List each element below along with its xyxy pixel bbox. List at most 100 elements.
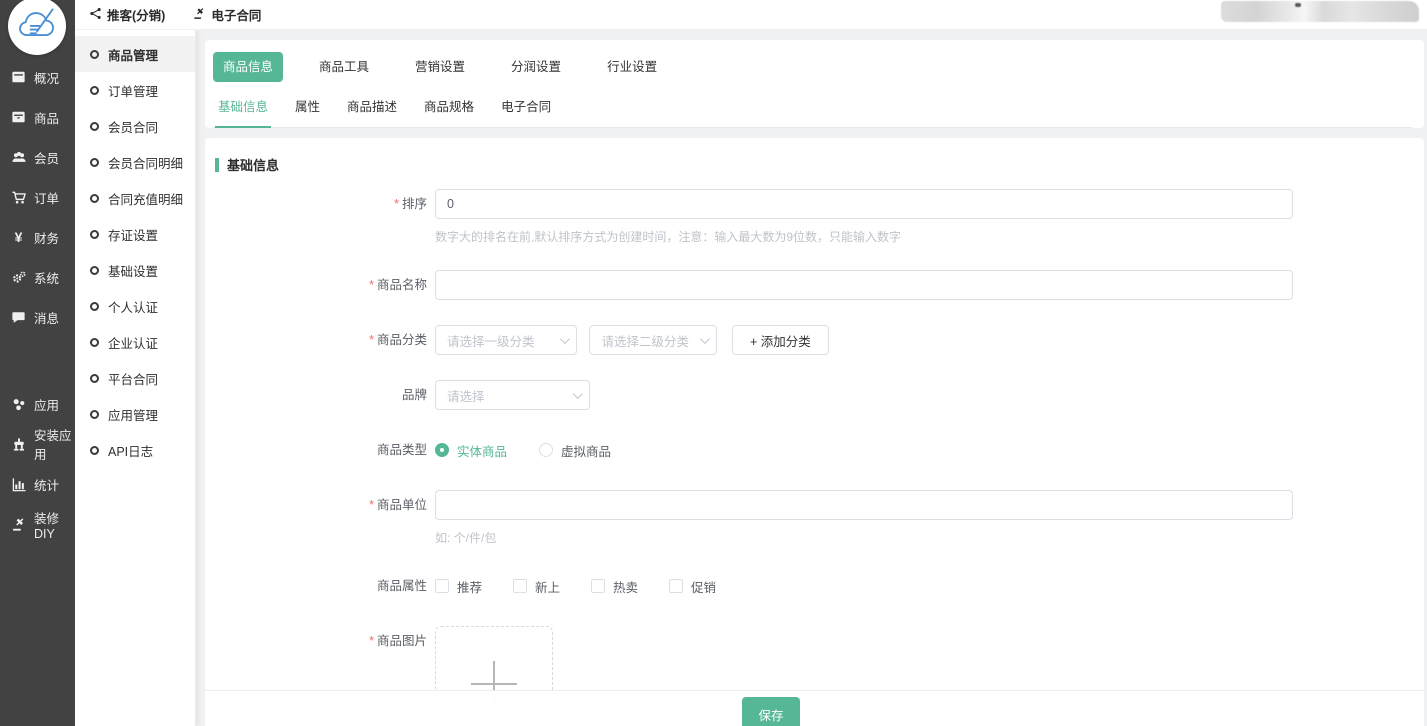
product-name-row: *商品名称: [205, 270, 1424, 300]
sidebar-item-apps[interactable]: 应用: [0, 384, 75, 424]
attrs-label: 商品属性: [205, 571, 435, 601]
circle-icon: [90, 50, 99, 59]
circle-icon: [90, 374, 99, 383]
menu-item-personal-auth[interactable]: 个人认证: [75, 288, 195, 324]
category-level1-select[interactable]: 请选择一级分类: [435, 325, 577, 355]
checkbox-new[interactable]: 新上: [513, 577, 560, 596]
apps-cluster-icon: [10, 396, 27, 412]
sidebar-item-label: 财务: [34, 228, 59, 247]
checkbox-icon: [591, 579, 605, 593]
gavel-icon: [193, 7, 206, 23]
sidebar-item-label: 装修DIY: [34, 508, 75, 541]
user-info-redacted[interactable]: [1221, 1, 1419, 22]
checkbox-hot[interactable]: 热卖: [591, 577, 638, 596]
menu-item-enterprise-auth[interactable]: 企业认证: [75, 324, 195, 360]
select-placeholder: 请选择二级分类: [601, 331, 689, 350]
circle-icon: [90, 266, 99, 275]
radio-physical-product[interactable]: 实体商品: [435, 441, 507, 460]
unit-label: *商品单位: [205, 490, 435, 546]
save-button[interactable]: 保存: [742, 697, 800, 726]
unit-input[interactable]: [435, 490, 1293, 520]
subtab-basic-info[interactable]: 基础信息: [218, 96, 268, 127]
menu-item-member-contract[interactable]: 会员合同: [75, 108, 195, 144]
sidebar-item-system[interactable]: 系统: [0, 257, 75, 297]
required-mark: *: [394, 197, 399, 211]
menu-item-label: API日志: [108, 441, 153, 460]
add-category-button[interactable]: + 添加分类: [732, 325, 829, 355]
subtab-product-description[interactable]: 商品描述: [347, 96, 397, 127]
menu-item-api-log[interactable]: API日志: [75, 432, 195, 468]
green-bar-icon: [215, 158, 219, 172]
cloud-pen-logo-icon: [15, 3, 59, 50]
section-title: 基础信息: [205, 155, 1424, 174]
category-level2-select[interactable]: 请选择二级分类: [589, 325, 717, 355]
checkbox-recommend[interactable]: 推荐: [435, 577, 482, 596]
tab-product-tools[interactable]: 商品工具: [319, 52, 369, 82]
sidebar-item-label: 应用: [34, 395, 59, 414]
menu-item-app-management[interactable]: 应用管理: [75, 396, 195, 432]
redacted-mark: [1295, 3, 1301, 7]
sidebar-item-label: 概况: [34, 68, 59, 87]
tab-profit-settings[interactable]: 分润设置: [511, 52, 561, 82]
select-placeholder: 请选择一级分类: [447, 331, 535, 350]
app-logo[interactable]: [8, 0, 66, 55]
circle-icon: [90, 338, 99, 347]
sidebar-item-orders[interactable]: 订单: [0, 177, 75, 217]
sort-input[interactable]: [435, 189, 1293, 219]
menu-item-product-management[interactable]: 商品管理: [75, 36, 195, 72]
menu-item-basic-settings[interactable]: 基础设置: [75, 252, 195, 288]
diy-tool-icon: [10, 516, 27, 532]
sidebar-item-finance[interactable]: ¥ 财务: [0, 217, 75, 257]
share-icon: [89, 7, 102, 23]
orders-cart-icon: [10, 189, 27, 205]
menu-item-label: 会员合同: [108, 117, 158, 136]
primary-sidebar: 概况 商品 会员 订单 ¥ 财务: [0, 0, 75, 726]
brand-label: 品牌: [205, 380, 435, 410]
topnav-econtract[interactable]: 电子合同: [193, 5, 261, 24]
radio-virtual-product[interactable]: 虚拟商品: [539, 441, 611, 460]
menu-item-label: 应用管理: [108, 405, 158, 424]
sidebar-item-label: 系统: [34, 268, 59, 287]
tab-industry-settings[interactable]: 行业设置: [607, 52, 657, 82]
menu-item-label: 基础设置: [108, 261, 158, 280]
install-app-icon: [10, 436, 27, 452]
menu-item-platform-contract[interactable]: 平台合同: [75, 360, 195, 396]
tab-marketing-settings[interactable]: 营销设置: [415, 52, 465, 82]
circle-icon: [90, 158, 99, 167]
brand-select[interactable]: 请选择: [435, 380, 590, 410]
sidebar-item-label: 商品: [34, 108, 59, 127]
menu-item-contract-recharge-detail[interactable]: 合同充值明细: [75, 180, 195, 216]
sidebar-group-gap: [0, 337, 75, 384]
subtab-attributes[interactable]: 属性: [295, 96, 320, 127]
required-mark: *: [369, 634, 374, 648]
save-footer-bar: 保存: [205, 690, 1424, 726]
sidebar-item-overview[interactable]: 概况: [0, 57, 75, 97]
menu-item-evidence-settings[interactable]: 存证设置: [75, 216, 195, 252]
stats-chart-icon: [10, 476, 27, 492]
menu-item-label: 订单管理: [108, 81, 158, 100]
sidebar-item-label: 安装应用: [34, 425, 75, 463]
required-mark: *: [369, 333, 374, 347]
sidebar-item-messages[interactable]: 消息: [0, 297, 75, 337]
topnav-tuike[interactable]: 推客(分销): [89, 5, 165, 24]
sidebar-item-products[interactable]: 商品: [0, 97, 75, 137]
sort-label: *排序: [205, 189, 435, 245]
menu-item-order-management[interactable]: 订单管理: [75, 72, 195, 108]
sidebar-item-install-apps[interactable]: 安装应用: [0, 424, 75, 464]
circle-icon: [90, 194, 99, 203]
checkbox-label: 新上: [535, 577, 560, 596]
tab-product-info[interactable]: 商品信息: [213, 52, 283, 82]
members-icon: [10, 149, 27, 165]
menu-item-member-contract-detail[interactable]: 会员合同明细: [75, 144, 195, 180]
circle-icon: [90, 86, 99, 95]
sidebar-item-members[interactable]: 会员: [0, 137, 75, 177]
product-name-input[interactable]: [435, 270, 1293, 300]
subtab-product-spec[interactable]: 商品规格: [424, 96, 474, 127]
sidebar-item-statistics[interactable]: 统计: [0, 464, 75, 504]
sidebar-item-diy[interactable]: 装修DIY: [0, 504, 75, 544]
checkbox-promotion[interactable]: 促销: [669, 577, 716, 596]
subtab-econtract[interactable]: 电子合同: [501, 96, 551, 127]
checkbox-icon: [513, 579, 527, 593]
category-label: *商品分类: [205, 325, 435, 355]
product-name-label: *商品名称: [205, 270, 435, 300]
